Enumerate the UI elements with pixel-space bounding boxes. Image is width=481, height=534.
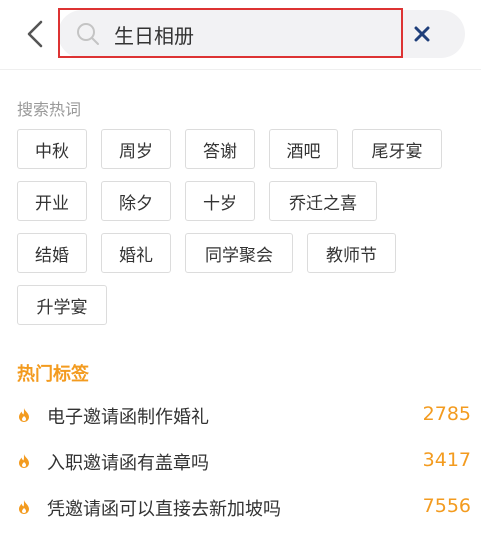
tag-jiehun[interactable]: 结婚: [17, 233, 87, 273]
tag-row: 开业 除夕 十岁 乔迁之喜: [17, 181, 467, 221]
hot-tag-item[interactable]: 凭邀请函可以直接去新加坡吗 7556: [0, 488, 481, 534]
hot-words-list: 中秋 周岁 答谢 酒吧 尾牙宴 开业 除夕 十岁 乔迁之喜 结婚 婚礼 同学聚会…: [17, 129, 467, 337]
tag-zhongqiu[interactable]: 中秋: [17, 129, 87, 169]
hot-tag-text: 凭邀请函可以直接去新加坡吗: [47, 499, 281, 520]
tag-row: 中秋 周岁 答谢 酒吧 尾牙宴: [17, 129, 467, 169]
tag-jiaoshijie[interactable]: 教师节: [307, 233, 396, 273]
flame-icon: [19, 500, 29, 514]
tag-hunli[interactable]: 婚礼: [101, 233, 171, 273]
tag-jiuba[interactable]: 酒吧: [269, 129, 338, 169]
hot-tag-count: 3417: [422, 449, 471, 471]
hot-tags-title: 热门标签: [17, 364, 89, 385]
hot-tag-item[interactable]: 电子邀请函制作婚礼 2785: [0, 396, 481, 442]
hot-tag-count: 2785: [422, 403, 471, 425]
hot-words-label: 搜索热词: [17, 100, 82, 119]
tag-row: 升学宴: [17, 285, 467, 325]
tag-zhousui[interactable]: 周岁: [101, 129, 171, 169]
flame-icon: [19, 454, 29, 468]
hot-tag-text: 电子邀请函制作婚礼: [47, 407, 209, 428]
tag-row: 结婚 婚礼 同学聚会 教师节: [17, 233, 467, 273]
clear-search-button[interactable]: [410, 22, 434, 46]
tag-shisui[interactable]: 十岁: [185, 181, 255, 221]
tag-weiyayan[interactable]: 尾牙宴: [352, 129, 442, 169]
hot-tag-item[interactable]: 入职邀请函有盖章吗 3417: [0, 442, 481, 488]
tag-daxie[interactable]: 答谢: [185, 129, 255, 169]
back-button[interactable]: [20, 16, 50, 52]
tag-shengxueyan[interactable]: 升学宴: [17, 285, 107, 325]
tag-chuxi[interactable]: 除夕: [101, 181, 171, 221]
hot-tag-count: 7556: [422, 495, 471, 517]
tag-qiaoqian[interactable]: 乔迁之喜: [269, 181, 377, 221]
flame-icon: [19, 408, 29, 422]
search-input[interactable]: [114, 14, 394, 54]
close-icon: [414, 26, 430, 42]
tag-kaiye[interactable]: 开业: [17, 181, 87, 221]
hot-tag-text: 入职邀请函有盖章吗: [47, 453, 209, 474]
search-header: [0, 0, 481, 70]
hot-tags-list: 电子邀请函制作婚礼 2785 入职邀请函有盖章吗 3417 凭邀请函可以直接去新…: [0, 396, 481, 534]
chevron-left-icon: [27, 20, 43, 48]
tag-tongxue-juhui[interactable]: 同学聚会: [185, 233, 293, 273]
search-icon: [77, 23, 99, 45]
